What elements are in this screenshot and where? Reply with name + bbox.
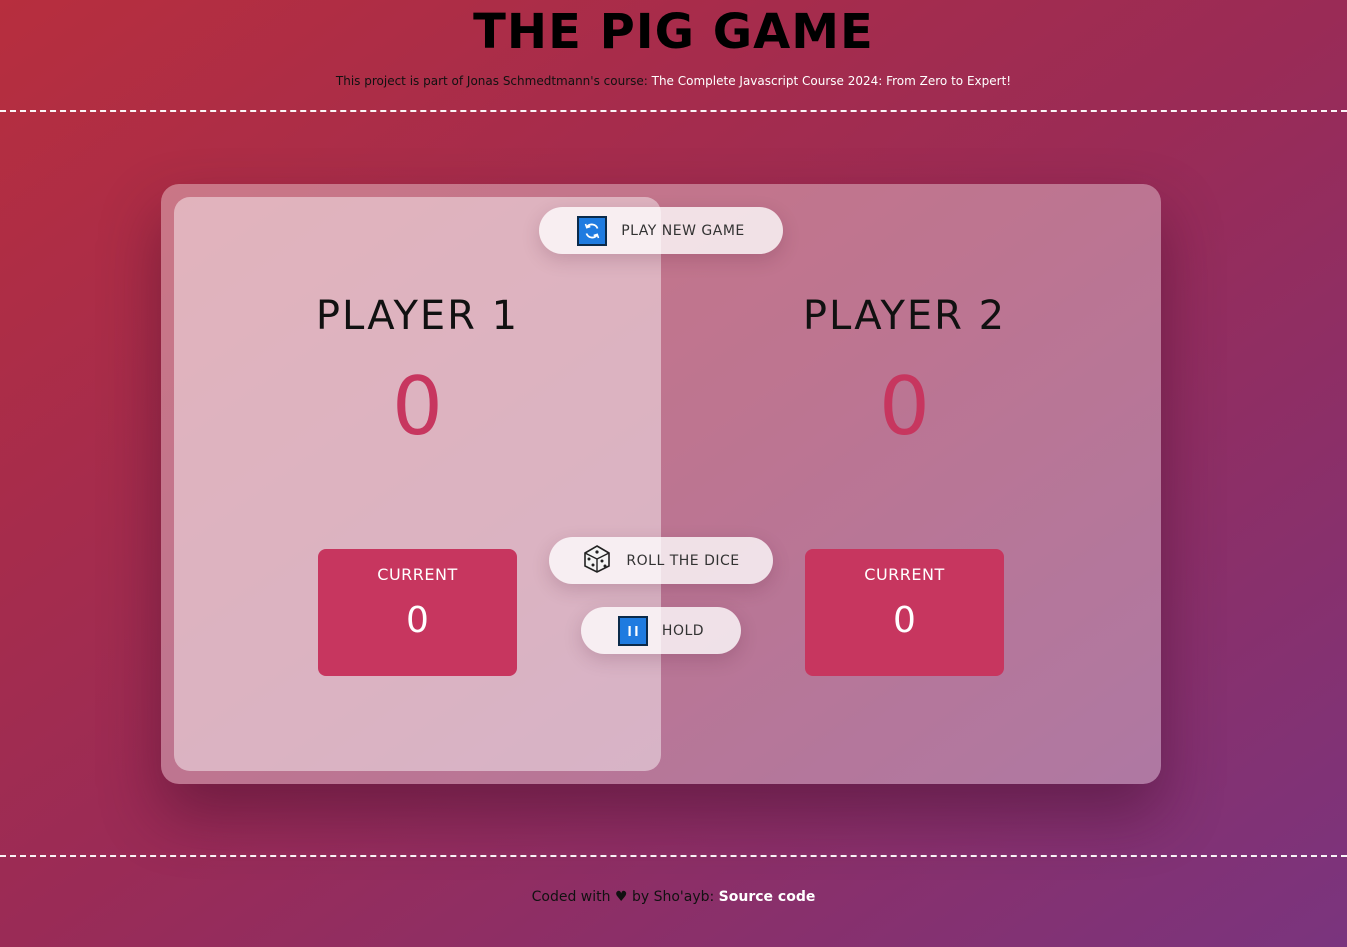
page-footer: Coded with ♥ by Sho'ayb: Source code: [0, 889, 1347, 905]
subtitle-text: This project is part of Jonas Schmedtman…: [335, 74, 652, 88]
player-2-current-label: CURRENT: [864, 565, 945, 584]
refresh-icon: [577, 215, 608, 246]
player-2-score: 0: [879, 360, 930, 453]
hold-label: HOLD: [661, 622, 705, 639]
player-2-name: PLAYER 2: [802, 293, 1007, 339]
player-1-current-box: CURRENT 0: [318, 549, 517, 676]
player-1-current-score: 0: [406, 600, 429, 641]
page-title: THE PIG GAME: [473, 4, 874, 60]
game-board: PLAYER 1 0 CURRENT 0 PLAYER 2 0 CURRENT …: [161, 184, 1161, 784]
course-link[interactable]: The Complete Javascript Course 2024: Fro…: [652, 74, 1011, 88]
play-new-game-label: PLAY NEW GAME: [621, 222, 745, 239]
page-subtitle: This project is part of Jonas Schmedtman…: [0, 72, 1347, 90]
play-new-game-button[interactable]: PLAY NEW GAME: [539, 207, 783, 254]
player-1-name: PLAYER 1: [315, 293, 520, 339]
player-1-score: 0: [392, 360, 443, 453]
player-2-current-box: CURRENT 0: [805, 549, 1004, 676]
dice-icon: [582, 544, 612, 578]
hold-button[interactable]: HOLD: [581, 607, 741, 654]
bottom-divider: [0, 855, 1347, 857]
roll-dice-label: ROLL THE DICE: [626, 552, 740, 569]
footer-text: Coded with ♥ by Sho'ayb:: [531, 889, 719, 905]
source-code-link[interactable]: Source code: [719, 889, 816, 905]
roll-dice-button[interactable]: ROLL THE DICE: [549, 537, 773, 584]
top-divider: [0, 110, 1347, 112]
player-1-panel: PLAYER 1 0 CURRENT 0: [174, 197, 661, 771]
pause-icon: [617, 615, 648, 646]
player-1-current-label: CURRENT: [377, 565, 458, 584]
player-2-panel: PLAYER 2 0 CURRENT 0: [661, 197, 1148, 771]
page-header: THE PIG GAME This project is part of Jon…: [0, 0, 1347, 112]
player-2-current-score: 0: [893, 600, 916, 641]
